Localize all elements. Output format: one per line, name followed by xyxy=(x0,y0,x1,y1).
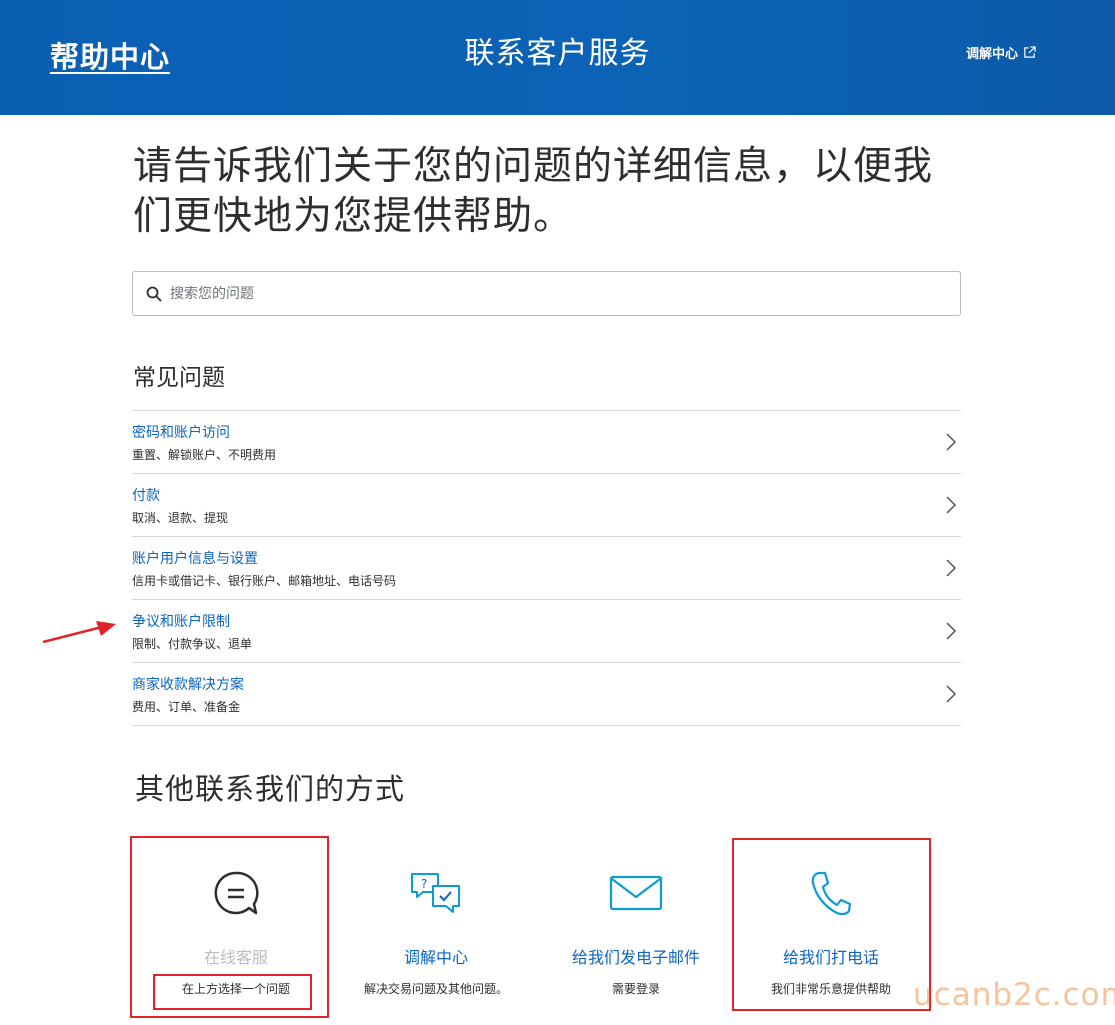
search-icon xyxy=(146,286,162,302)
faq-item-desc: 取消、退款、提现 xyxy=(132,511,229,525)
chevron-right-icon xyxy=(946,559,957,577)
contact-option-label: 给我们打电话 xyxy=(782,948,879,967)
external-link-icon xyxy=(1024,46,1036,58)
contact-option-sub: 我们非常乐意提供帮助 xyxy=(770,982,891,996)
page-header-title: 联系客户服务 xyxy=(464,36,651,71)
faq-item-desc: 重置、解锁账户、不明费用 xyxy=(132,448,277,462)
contact-option-sub: 需要登录 xyxy=(611,982,660,996)
chevron-right-icon xyxy=(946,496,957,514)
contact-option-sub: 解决交易问题及其他问题。 xyxy=(363,982,508,996)
envelope-icon xyxy=(609,875,663,911)
faq-item-account-settings[interactable]: 账户用户信息与设置 信用卡或借记卡、银行账户、邮箱地址、电话号码 xyxy=(132,537,961,600)
faq-item-title: 商家收款解决方案 xyxy=(132,677,244,693)
other-contact-heading: 其他联系我们的方式 xyxy=(135,772,406,806)
faq-item-title: 争议和账户限制 xyxy=(132,614,230,630)
faq-item-title: 密码和账户访问 xyxy=(132,425,230,441)
phone-icon xyxy=(811,871,852,916)
contact-option-live-chat[interactable]: 在线客服 在上方选择一个问题 xyxy=(136,868,336,997)
svg-text:?: ? xyxy=(421,877,427,891)
chevron-right-icon xyxy=(946,433,957,451)
faq-item-desc: 信用卡或借记卡、银行账户、邮箱地址、电话号码 xyxy=(132,574,397,588)
top-header: 帮助中心 联系客户服务 调解中心 xyxy=(0,0,1115,115)
faq-heading: 常见问题 xyxy=(133,365,225,391)
resolution-chat-icon: ? xyxy=(411,873,460,913)
contact-option-label: 调解中心 xyxy=(403,948,468,967)
resolution-center-label: 调解中心 xyxy=(966,47,1019,62)
contact-option-label: 给我们发电子邮件 xyxy=(571,948,700,967)
faq-item-payments[interactable]: 付款 取消、退款、提现 xyxy=(132,474,961,537)
watermark-text: ucanb2c.com xyxy=(913,977,1115,1013)
chevron-right-icon xyxy=(946,685,957,703)
faq-item-desc: 限制、付款争议、退单 xyxy=(132,637,253,651)
search-input[interactable] xyxy=(170,285,930,302)
chat-bubble-icon xyxy=(214,871,259,915)
faq-item-disputes-limits[interactable]: 争议和账户限制 限制、付款争议、退单 xyxy=(132,600,961,663)
resolution-center-link[interactable]: 调解中心 xyxy=(966,43,1036,62)
faq-item-title: 账户用户信息与设置 xyxy=(132,551,258,567)
faq-item-merchant-solutions[interactable]: 商家收款解决方案 费用、订单、准备金 xyxy=(132,663,961,726)
faq-item-desc: 费用、订单、准备金 xyxy=(132,700,241,714)
contact-option-phone[interactable]: 给我们打电话 我们非常乐意提供帮助 xyxy=(731,868,931,997)
contact-option-label: 在线客服 xyxy=(203,948,268,967)
contact-option-sub: 在上方选择一个问题 xyxy=(181,982,290,996)
faq-list: 密码和账户访问 重置、解锁账户、不明费用 付款 取消、退款、提现 账户用户信息与… xyxy=(132,410,961,726)
faq-item-title: 付款 xyxy=(132,488,160,504)
red-arrow-annotation-icon xyxy=(42,621,116,644)
search-box[interactable] xyxy=(132,271,961,316)
chevron-right-icon xyxy=(946,622,957,640)
contact-option-resolution-center[interactable]: ? 调解中心 解决交易问题及其他问题。 xyxy=(336,868,536,997)
contact-option-email[interactable]: 给我们发电子邮件 需要登录 xyxy=(536,868,736,997)
faq-item-password-access[interactable]: 密码和账户访问 重置、解锁账户、不明费用 xyxy=(132,411,961,474)
page-title: 请告诉我们关于您的问题的详细信息，以便我们更快地为您提供帮助。 xyxy=(133,144,934,239)
